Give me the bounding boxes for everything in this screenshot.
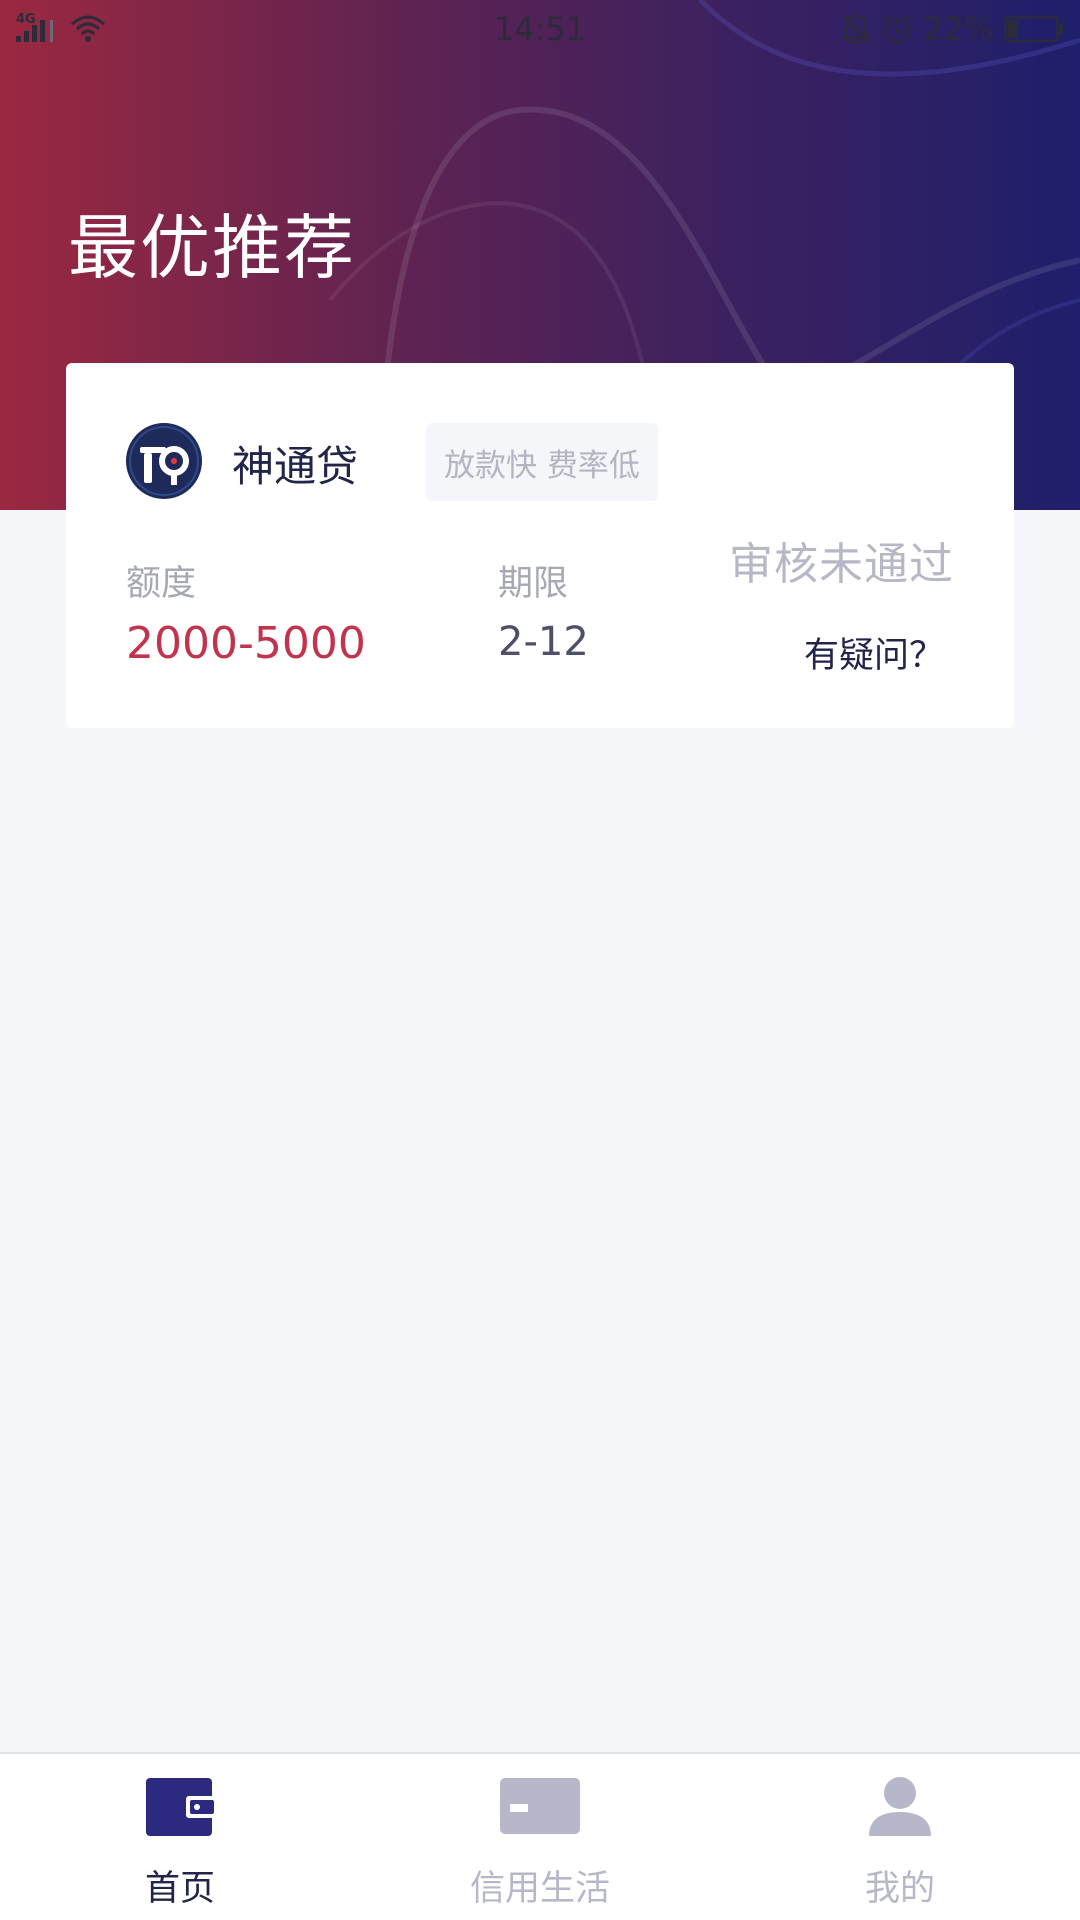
tab-label: 首页 — [144, 1869, 215, 1909]
battery-percent: 22% — [922, 10, 994, 48]
tab-home[interactable]: 首页 — [0, 1754, 360, 1920]
bottom-tab-bar: 首页 信用生活 我的 — [0, 1752, 1080, 1920]
card-icon — [500, 1778, 580, 1834]
bell-mute-icon — [841, 14, 871, 45]
tab-credit-life[interactable]: 信用生活 — [360, 1754, 720, 1920]
amount-value: 2000-5000 — [126, 618, 366, 669]
loan-product-card[interactable]: 神通贷 放款快 费率低 审核未通过 额度 2000-5000 期限 2-12 有… — [66, 363, 1014, 728]
alarm-icon — [883, 15, 911, 44]
amount-label: 额度 — [126, 564, 197, 604]
tab-mine[interactable]: 我的 — [720, 1754, 1080, 1920]
review-status: 审核未通过 — [729, 539, 954, 590]
product-name: 神通贷 — [232, 442, 359, 491]
page-title: 最优推荐 — [68, 207, 356, 289]
term-label: 期限 — [498, 564, 569, 604]
tab-label: 我的 — [864, 1869, 935, 1909]
wallet-icon — [146, 1778, 214, 1836]
product-tag: 放款快 费率低 — [426, 423, 658, 501]
battery-icon — [1004, 15, 1063, 43]
status-bar: 4G 14:51 22% — [0, 0, 1080, 58]
status-right: 22% — [841, 10, 1064, 48]
term-value: 2-12 — [498, 619, 589, 665]
user-icon — [869, 1777, 931, 1836]
question-link[interactable]: 有疑问？ — [804, 627, 944, 678]
tab-label: 信用生活 — [469, 1869, 610, 1909]
product-logo-icon — [126, 423, 202, 499]
